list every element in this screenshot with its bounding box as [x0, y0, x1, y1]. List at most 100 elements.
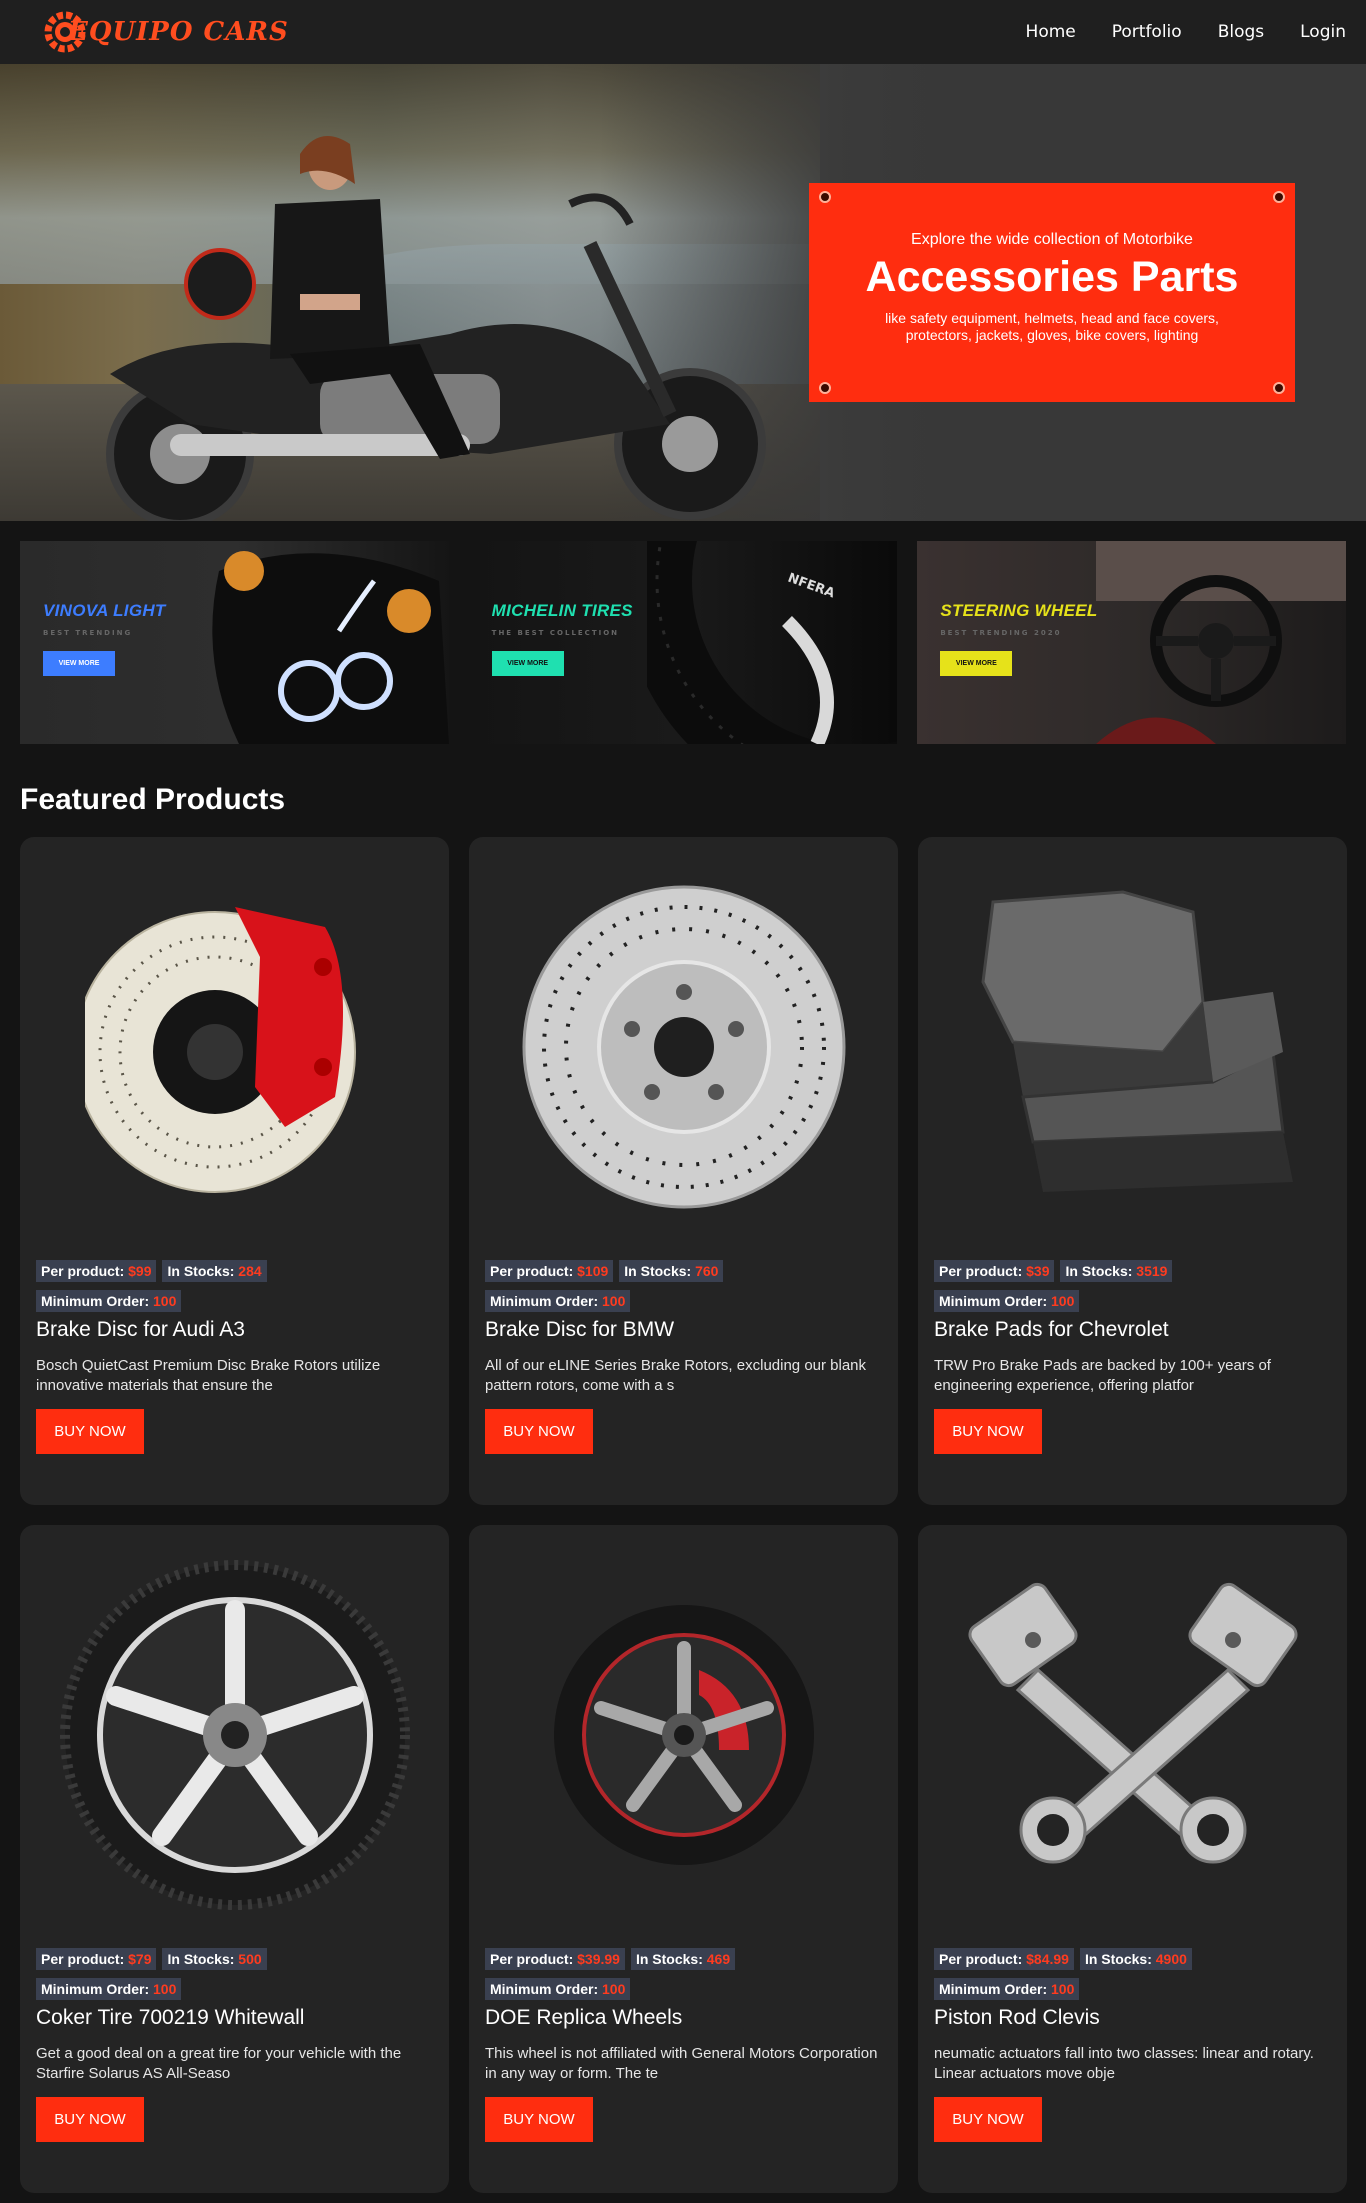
stock-value: 500 — [238, 1951, 262, 1967]
hero-banner: Explore the wide collection of Motorbike… — [0, 64, 1366, 521]
min-order-tag: Minimum Order: 100 — [485, 1290, 631, 1312]
min-order-label: Minimum Order: — [939, 1293, 1048, 1309]
nav-login-link[interactable]: Login — [1300, 22, 1346, 42]
stock-label: In Stocks: — [167, 1951, 235, 1967]
nav-blogs-link[interactable]: Blogs — [1218, 22, 1264, 42]
promo-title: STEERING WHEEL — [940, 601, 1098, 620]
gear-logo-icon — [44, 11, 86, 53]
promo-steering-wheel[interactable]: STEERING WHEEL BEST TRENDING 2020 VIEW M… — [917, 541, 1347, 744]
hero-description: like safety equipment, helmets, head and… — [885, 310, 1219, 343]
brand-logo[interactable]: EQUIPO CARS — [42, 9, 289, 55]
price-label: Per product: — [939, 1263, 1023, 1279]
buy-now-button[interactable]: BUY NOW — [36, 1409, 144, 1454]
price-tag: Per product: $79 — [36, 1948, 157, 1970]
product-image[interactable] — [918, 837, 1347, 1257]
product-description: TRW Pro Brake Pads are backed by 100+ ye… — [934, 1357, 1271, 1394]
product-description: This wheel is not affiliated with Genera… — [485, 2045, 878, 2082]
headlight-icon — [212, 551, 449, 744]
stock-label: In Stocks: — [1084, 1951, 1152, 1967]
product-image[interactable] — [469, 1525, 898, 1945]
stock-value: 760 — [695, 1263, 719, 1279]
min-order-tag: Minimum Order: 100 — [485, 1978, 631, 2000]
promo-banners: VINOVA LIGHT BEST TRENDING VIEW MORE NFE… — [0, 521, 1366, 744]
stock-tag: In Stocks: 760 — [619, 1260, 724, 1282]
price-value: $84.99 — [1026, 1951, 1069, 1967]
min-order-label: Minimum Order: — [41, 1293, 150, 1309]
product-description: neumatic actuators fall into two classes… — [934, 2045, 1314, 2082]
stock-label: In Stocks: — [167, 1263, 235, 1279]
stock-value: 469 — [706, 1951, 731, 1967]
steering-wheel-icon — [1096, 541, 1347, 744]
product-card: Per product: $99 In Stocks: 284 Minimum … — [20, 837, 449, 1505]
screw-icon — [819, 382, 831, 394]
brand-name: EQUIPO CARS — [68, 17, 289, 47]
product-card: Per product: $39 In Stocks: 3519 Minimum… — [918, 837, 1347, 1505]
price-label: Per product: — [490, 1951, 574, 1967]
min-order-value: 100 — [602, 1293, 626, 1309]
product-image[interactable] — [20, 837, 449, 1257]
min-order-label: Minimum Order: — [939, 1981, 1048, 1997]
nav-home-link[interactable]: Home — [1026, 22, 1076, 42]
price-label: Per product: — [41, 1263, 125, 1279]
product-image[interactable] — [469, 837, 898, 1257]
price-tag: Per product: $84.99 — [934, 1948, 1074, 1970]
price-value: $109 — [577, 1263, 609, 1279]
price-label: Per product: — [490, 1263, 574, 1279]
min-order-value: 100 — [602, 1981, 626, 1997]
brake-disc-caliper-icon — [84, 907, 356, 1193]
screw-icon — [1273, 382, 1285, 394]
price-value: $79 — [128, 1951, 152, 1967]
stock-label: In Stocks: — [635, 1951, 703, 1967]
product-description: All of our eLINE Series Brake Rotors, ex… — [485, 1357, 867, 1394]
replica-wheel-icon — [553, 1605, 814, 1865]
buy-now-button[interactable]: BUY NOW — [485, 1409, 593, 1454]
min-order-value: 100 — [1051, 1293, 1075, 1309]
stock-label: In Stocks: — [1065, 1263, 1133, 1279]
stock-value: 284 — [238, 1263, 262, 1279]
min-order-tag: Minimum Order: 100 — [36, 1978, 182, 2000]
product-title[interactable]: Coker Tire 700219 Whitewall — [36, 2006, 433, 2030]
product-title[interactable]: Brake Disc for Audi A3 — [36, 1318, 433, 1342]
product-title[interactable]: Brake Disc for BMW — [485, 1318, 882, 1342]
hero-title: Accessories Parts — [865, 253, 1239, 301]
stock-value: 4900 — [1155, 1951, 1187, 1967]
product-image[interactable] — [918, 1525, 1347, 1945]
brake-pads-icon — [980, 890, 1293, 1192]
promo-subtitle: BEST TRENDING 2020 — [940, 629, 1062, 637]
motorbike-rider-image — [106, 136, 766, 521]
min-order-value: 100 — [153, 1293, 177, 1309]
view-more-button[interactable]: VIEW MORE — [940, 651, 1013, 676]
product-image[interactable] — [20, 1525, 449, 1945]
view-more-button[interactable]: VIEW MORE — [43, 651, 115, 676]
min-order-label: Minimum Order: — [490, 1981, 599, 1997]
product-title[interactable]: Brake Pads for Chevrolet — [934, 1318, 1331, 1342]
min-order-tag: Minimum Order: 100 — [934, 1290, 1080, 1312]
nav-portfolio-link[interactable]: Portfolio — [1112, 22, 1182, 42]
min-order-value: 100 — [1051, 1981, 1075, 1997]
product-title[interactable]: DOE Replica Wheels — [485, 2006, 882, 2030]
nav-links: Home Portfolio Blogs Login — [1026, 22, 1346, 42]
promo-michelin-tires[interactable]: NFERA MICHELIN TIRES THE BEST COLLECTION… — [468, 541, 898, 744]
price-value: $39.99 — [577, 1951, 620, 1967]
buy-now-button[interactable]: BUY NOW — [485, 2097, 593, 2142]
product-card: Per product: $109 In Stocks: 760 Minimum… — [469, 837, 898, 1505]
promo-vinova-light[interactable]: VINOVA LIGHT BEST TRENDING VIEW MORE — [20, 541, 449, 744]
min-order-value: 100 — [153, 1981, 177, 1997]
stock-tag: In Stocks: 469 — [630, 1948, 736, 1970]
buy-now-button[interactable]: BUY NOW — [934, 1409, 1042, 1454]
product-description: Bosch QuietCast Premium Disc Brake Rotor… — [36, 1357, 381, 1394]
buy-now-button[interactable]: BUY NOW — [934, 2097, 1042, 2142]
price-tag: Per product: $109 — [485, 1260, 614, 1282]
min-order-label: Minimum Order: — [490, 1293, 599, 1309]
hero-kicker: Explore the wide collection of Motorbike — [911, 231, 1193, 248]
price-tag: Per product: $99 — [36, 1260, 157, 1282]
view-more-button[interactable]: VIEW MORE — [491, 651, 564, 676]
featured-products-heading: Featured Products — [20, 783, 286, 816]
screw-icon — [819, 191, 831, 203]
screw-icon — [1273, 191, 1285, 203]
buy-now-button[interactable]: BUY NOW — [36, 2097, 144, 2142]
stock-tag: In Stocks: 500 — [162, 1948, 267, 1970]
product-title[interactable]: Piston Rod Clevis — [934, 2006, 1331, 2030]
price-value: $39 — [1026, 1263, 1050, 1279]
piston-rods-icon — [967, 1582, 1298, 1864]
